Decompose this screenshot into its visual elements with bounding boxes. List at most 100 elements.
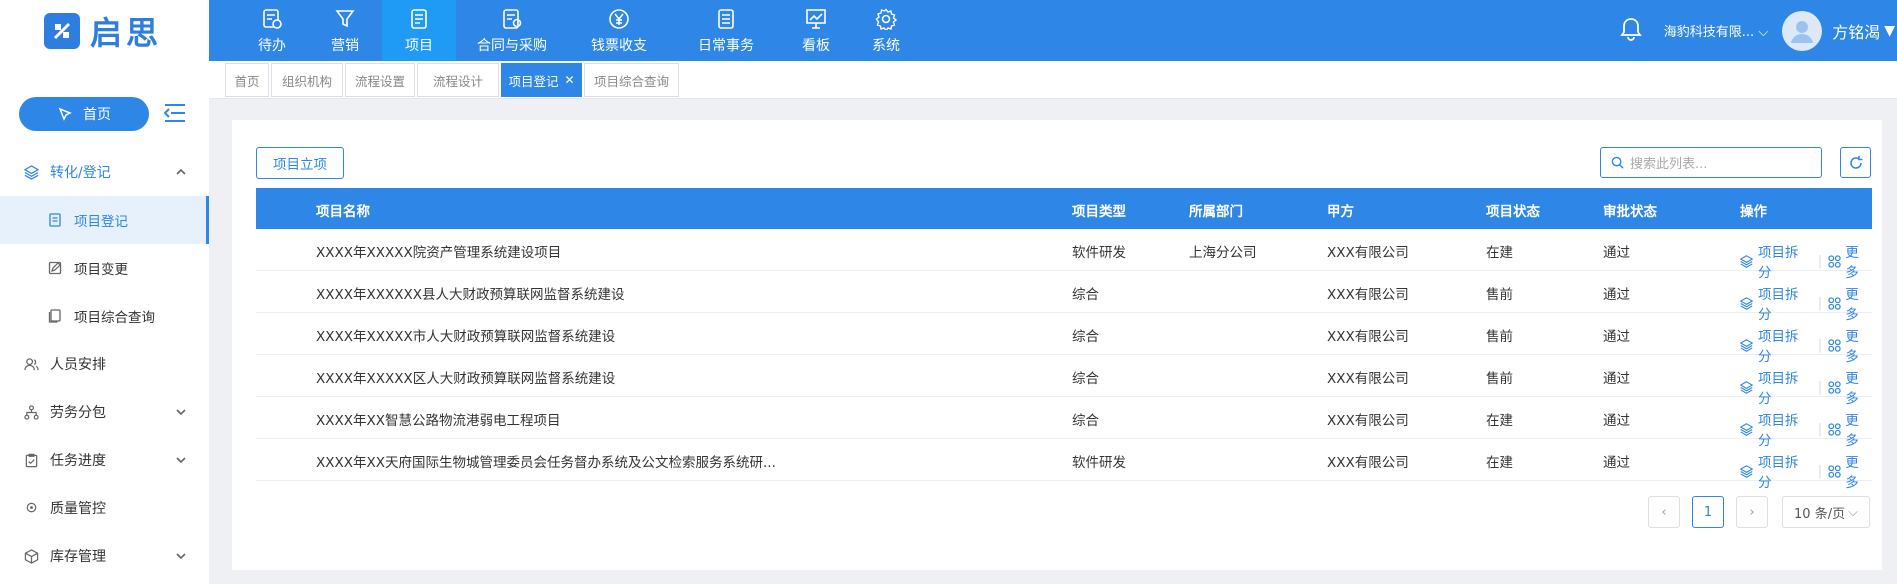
pin-icon	[57, 106, 73, 122]
table-cell: XXX有限公司	[1327, 413, 1409, 429]
table-row[interactable]: XXXX年XXXXX院资产管理系统建设项目 软件研发 上海分公司 XXX有限公司 在建 通…	[256, 229, 1872, 281]
chevron-up-icon	[175, 165, 187, 181]
table-row[interactable]: XXXX年XXXXX市人大财政预算联网监督系统建设 综合 XXX有限公司 售前 通过 项目…	[256, 313, 1872, 365]
table-row[interactable]: XXXX年XXXXXX县人大财政预算联网监督系统建设 综合 XXX有限公司 售前 通过项…	[256, 271, 1872, 323]
table-header: 项目名称 项目类型 所属部门 甲方 项目状态 审批状态 操作	[256, 188, 1872, 229]
tab[interactable]: 首页	[225, 63, 269, 97]
collapse-menu-icon[interactable]	[163, 102, 187, 128]
nav-item[interactable]: 系统	[850, 0, 922, 61]
divider: |	[1817, 421, 1823, 437]
people-icon	[24, 357, 40, 372]
table-cell: XXX有限公司	[1327, 329, 1409, 345]
split-project-link[interactable]: 项目拆分	[1740, 451, 1812, 491]
close-icon[interactable]: ✕	[564, 73, 574, 87]
prev-page-button[interactable]: ‹	[1648, 496, 1680, 528]
divider: |	[1817, 463, 1823, 479]
divider: |	[1817, 253, 1823, 269]
grid-icon	[1828, 464, 1841, 478]
nav-item[interactable]: 合同与采购	[456, 0, 568, 61]
bell-icon[interactable]	[1620, 17, 1642, 45]
company-switcher[interactable]: 海豹科技有限... ⌵	[1664, 21, 1768, 40]
sidebar-item-label: 质量管控	[50, 501, 106, 517]
table-cell: XXX有限公司	[1327, 455, 1409, 471]
logo[interactable]: 启思	[0, 0, 209, 61]
table-cell: 通过	[1603, 287, 1630, 303]
nav-item-label: 日常事务	[698, 37, 754, 54]
search-input[interactable]: 搜索此列表...	[1600, 147, 1822, 178]
page-number-button[interactable]: 1	[1692, 496, 1724, 528]
sidebar-item[interactable]: 劳务分包	[0, 388, 209, 436]
sidebar-item[interactable]: 项目登记	[0, 196, 209, 244]
nav-item[interactable]: 项目	[382, 0, 456, 61]
sidebar-item[interactable]: 质量管控	[0, 484, 209, 532]
more-link[interactable]: 更多	[1828, 451, 1872, 491]
caret-down-icon[interactable]: ▼	[1884, 23, 1895, 39]
badge-icon	[24, 501, 40, 516]
user-name[interactable]: 方铭渴	[1832, 19, 1880, 43]
layers-icon	[24, 164, 40, 180]
row-actions: 项目拆分 | 更多	[1740, 451, 1872, 491]
table-cell: XXXX年XX天府国际生物城管理委员会任务督办系统及公文检索服务系统研...	[316, 455, 776, 471]
table-cell: XXXX年XXXXX院资产管理系统建设项目	[316, 245, 562, 261]
avatar[interactable]	[1782, 10, 1823, 51]
layers-icon	[1740, 380, 1753, 394]
main-card: 项目立项 搜索此列表... 项目名称 项目类型 所属部门 甲方 项目状态 审批状态 操作 X…	[232, 120, 1882, 570]
home-button[interactable]: 首页	[19, 97, 149, 131]
chevron-down-icon: ⌵	[1758, 25, 1769, 40]
table-row[interactable]: XXXX年XXXXX区人大财政预算联网监督系统建设 综合 XXX有限公司 售前 通过 项目…	[256, 355, 1872, 407]
nav-item[interactable]: 日常事务	[670, 0, 782, 61]
sidebar-item-label: 人员安排	[50, 357, 106, 373]
table-cell: 综合	[1072, 371, 1099, 387]
chevron-down-icon: ⌵	[1848, 504, 1858, 520]
table-cell: 通过	[1603, 371, 1630, 387]
nav-item[interactable]: 看板	[782, 0, 850, 61]
sidebar-item[interactable]: 库存管理	[0, 532, 209, 580]
nav-item-label: 待办	[258, 37, 286, 54]
tab-label: 流程设计	[432, 73, 483, 89]
nav-item-label: 营销	[331, 37, 359, 54]
table-row[interactable]: XXXX年XX天府国际生物城管理委员会任务督办系统及公文检索服务系统研... 软件…	[256, 439, 1872, 491]
table-cell: 在建	[1486, 245, 1513, 261]
column-header: 项目状态	[1486, 204, 1540, 220]
table-cell: XXX有限公司	[1327, 245, 1409, 261]
chevron-right-icon: ›	[1749, 504, 1755, 520]
table-cell: XXXX年XXXXX市人大财政预算联网监督系统建设	[316, 329, 616, 345]
tab-label: 流程设置	[354, 73, 405, 89]
tab[interactable]: 流程设置	[345, 63, 415, 97]
grid-icon	[1828, 380, 1841, 394]
todo-icon	[261, 7, 283, 31]
table-row[interactable]: XXXX年XX智慧公路物流港弱电工程项目 综合 XXX有限公司 在建 通过 项目拆分 | 更多	[256, 397, 1872, 449]
sidebar-item[interactable]: 项目综合查询	[0, 292, 209, 340]
edit-icon	[48, 261, 64, 275]
doc-icon	[48, 213, 64, 227]
nav-item[interactable]: 营销	[308, 0, 382, 61]
tab[interactable]: 项目综合查询	[584, 63, 679, 97]
side-menu: 转化/登记项目登记 项目变更 项目综合查询人员安排劳务分包 任务进度质量管控库存管理	[0, 148, 209, 580]
sidebar-item[interactable]: 项目变更	[0, 244, 209, 292]
nav-item[interactable]: 钱票收支	[568, 0, 670, 61]
layers-icon	[1740, 464, 1753, 478]
sidebar-item[interactable]: 人员安排	[0, 340, 209, 388]
table-cell: XXXX年XXXXXX县人大财政预算联网监督系统建设	[316, 287, 625, 303]
new-project-button[interactable]: 项目立项	[256, 147, 344, 179]
column-header: 审批状态	[1603, 204, 1657, 220]
layers-icon	[1740, 254, 1753, 268]
list-icon	[715, 7, 737, 31]
nav-item[interactable]: 待办	[236, 0, 308, 61]
grid-icon	[1828, 296, 1841, 310]
tab-label: 项目登记	[508, 73, 559, 89]
page-size-select[interactable]: 10 条/页 ⌵	[1782, 496, 1870, 528]
tab[interactable]: 流程设计	[417, 63, 499, 97]
sidebar: 首页 转化/登记项目登记 项目变更 项目综合查询人员安排劳务分包 任务进度质量管控库存…	[0, 61, 209, 584]
sidebar-item-label: 转化/登记	[50, 165, 111, 181]
next-page-button[interactable]: ›	[1736, 496, 1768, 528]
table-cell: 售前	[1486, 287, 1513, 303]
refresh-button[interactable]	[1840, 147, 1871, 178]
table-cell: 在建	[1486, 413, 1513, 429]
tab[interactable]: 组织机构	[271, 63, 343, 97]
sidebar-item[interactable]: 转化/登记	[0, 148, 209, 196]
tab[interactable]: 项目登记 ✕	[501, 63, 582, 97]
sidebar-item[interactable]: 任务进度	[0, 436, 209, 484]
table-cell: 综合	[1072, 413, 1099, 429]
chevron-down-icon	[175, 549, 187, 565]
